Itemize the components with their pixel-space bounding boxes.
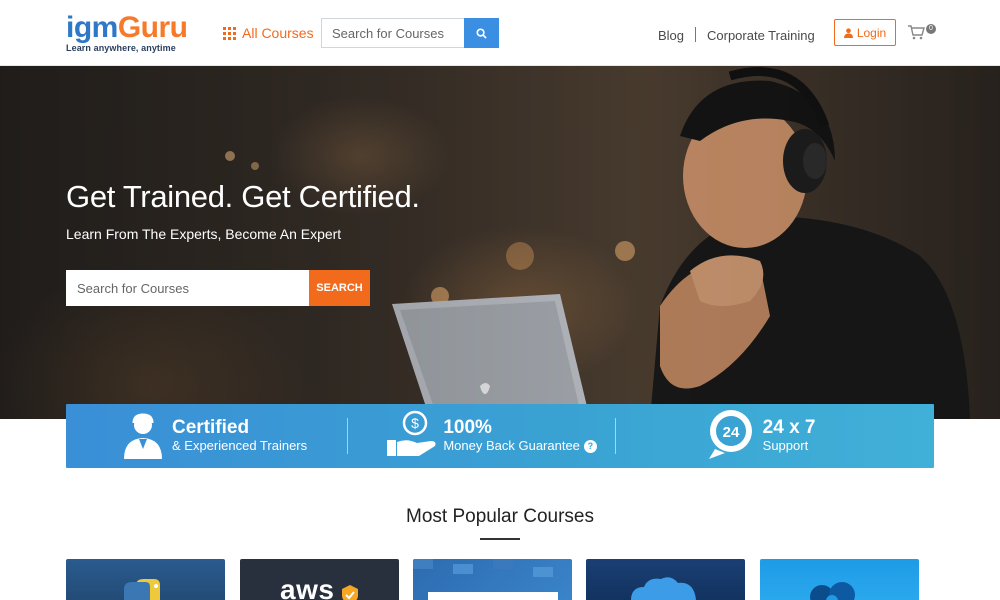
hero-search: SEARCH <box>66 270 370 306</box>
header-search-button[interactable] <box>464 18 499 48</box>
aws-badge-icon <box>342 585 358 600</box>
feature-support: 24 24 x 7 Support <box>614 404 934 468</box>
logo-text-guru: Guru <box>117 11 188 44</box>
nav-blog-link[interactable]: Blog <box>658 28 684 43</box>
logo-tagline: Learn anywhere, anytime <box>66 43 176 53</box>
nav-divider <box>695 27 696 42</box>
features-bar: Certified & Experienced Trainers $ 100% … <box>66 404 934 468</box>
popular-courses-heading: Most Popular Courses <box>406 506 594 527</box>
login-button[interactable]: Login <box>834 19 896 46</box>
grid-icon <box>223 26 236 40</box>
logo[interactable]: igmGuru Learn anywhere, anytime <box>66 11 188 54</box>
nav-corporate-training-link[interactable]: Corporate Training <box>707 28 815 43</box>
cart-count-badge: 0 <box>926 24 936 34</box>
svg-text:$: $ <box>411 415 419 431</box>
header-search-input[interactable] <box>321 18 464 48</box>
money-back-icon: $ <box>387 410 436 456</box>
cloud-course-card[interactable] <box>586 559 745 600</box>
logo-text-igm: igm <box>66 11 118 44</box>
feature-money-back-subtitle: Money Back Guarantee <box>443 438 580 453</box>
feature-support-title: 24 x 7 <box>762 417 816 438</box>
feature-certified-title: Certified <box>172 417 250 438</box>
user-icon <box>843 27 853 38</box>
course-card-5[interactable] <box>760 559 919 600</box>
hero-title: Get Trained. Get Certified. <box>66 179 420 214</box>
heading-underline <box>480 538 520 540</box>
all-courses-menu[interactable]: All Courses <box>223 24 314 42</box>
support-icon-text: 24 <box>722 424 739 441</box>
python-logo-icon <box>124 579 160 600</box>
search-icon <box>476 27 487 39</box>
aws-logo-text: aws <box>280 574 335 600</box>
cloud-icon <box>631 577 696 600</box>
header-search <box>321 18 499 48</box>
course-cards: aws <box>66 559 934 600</box>
hero-subtitle: Learn From The Experts, Become An Expert <box>66 226 342 242</box>
feature-certified: Certified & Experienced Trainers <box>66 404 347 468</box>
site-header: igmGuru Learn anywhere, anytime All Cour… <box>0 0 1000 66</box>
course-card-3[interactable] <box>413 559 572 600</box>
support-24-icon: 24 <box>708 410 752 459</box>
trainer-icon <box>124 413 162 459</box>
help-icon[interactable]: ? <box>583 439 597 453</box>
feature-money-back: $ 100% Money Back Guarantee? <box>347 404 614 468</box>
all-courses-label: All Courses <box>242 25 314 41</box>
hero-banner: Get Trained. Get Certified. Learn From T… <box>0 66 1000 419</box>
feature-money-back-title: 100% <box>443 417 492 438</box>
feature-support-subtitle: Support <box>762 438 809 453</box>
feature-certified-subtitle: & Experienced Trainers <box>172 438 308 453</box>
login-label: Login <box>856 25 887 40</box>
hero-search-button[interactable]: SEARCH <box>309 270 370 306</box>
cart-icon[interactable] <box>907 24 925 40</box>
python-course-card[interactable] <box>66 559 225 600</box>
aws-course-card[interactable]: aws <box>240 559 399 600</box>
hero-search-input[interactable] <box>66 270 309 306</box>
